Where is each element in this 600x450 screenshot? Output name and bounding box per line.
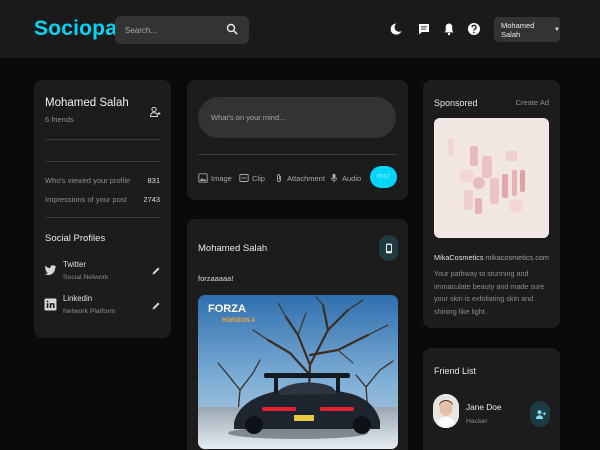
user-menu-label: Mohamed Salah: [501, 20, 535, 39]
message-icon[interactable]: [417, 22, 431, 36]
attachment-icon: [277, 174, 281, 182]
edit-icon[interactable]: [151, 266, 161, 276]
friend-name[interactable]: Jane Doe: [466, 402, 502, 412]
help-icon[interactable]: [467, 22, 481, 36]
bell-icon[interactable]: [442, 22, 456, 36]
attach-audio-button[interactable]: Audio: [329, 172, 361, 184]
friend-role: Hacker: [466, 418, 488, 425]
user-menu-dropdown[interactable]: Mohamed Salah ▼: [494, 17, 560, 42]
moon-icon[interactable]: [389, 22, 403, 36]
search-box: [115, 16, 249, 44]
ad-image[interactable]: [434, 118, 549, 238]
post-text: forzaaaaa!: [198, 274, 234, 283]
ad-description: Your pathway to stunning and immaculate …: [434, 269, 545, 316]
chevron-down-icon: ▼: [554, 26, 560, 33]
image-icon: [198, 173, 208, 183]
search-input[interactable]: [125, 22, 221, 38]
sponsored-title: Sponsored: [434, 98, 478, 108]
search-icon[interactable]: [226, 23, 238, 35]
phone-icon: [385, 243, 392, 253]
manage-friends-icon[interactable]: [149, 106, 161, 118]
feed-post-card: Mohamed Salah forzaaaaa! FORZA HORIZON 4: [187, 219, 408, 450]
divider: [45, 139, 160, 140]
horizon-logo-text: HORIZON 4: [222, 318, 255, 324]
clip-icon: [239, 174, 249, 182]
forza-logo-text: FORZA: [208, 303, 246, 315]
linkedin-icon[interactable]: [44, 298, 57, 311]
friend-list-card: Friend List Jane Doe Hacker: [423, 348, 560, 450]
attach-file-button[interactable]: Attachment: [274, 172, 325, 184]
attach-image-button[interactable]: Image: [198, 172, 232, 184]
sponsored-card: Sponsored Create Ad MikaCosmetics mikaco…: [423, 80, 560, 328]
microphone-icon: [330, 173, 338, 183]
friend-list-title: Friend List: [434, 366, 477, 376]
twitter-icon[interactable]: [44, 264, 57, 277]
tool-audio-label: Audio: [342, 173, 362, 183]
tool-image-label: Image: [211, 173, 232, 183]
add-user-icon: [535, 409, 546, 419]
edit-icon[interactable]: [151, 301, 161, 311]
social-linkedin-name[interactable]: Linkedin: [63, 294, 92, 303]
profile-friends-count: 6 friends: [45, 115, 74, 124]
social-profiles-title: Social Profiles: [45, 233, 106, 244]
social-twitter-type: Social Network: [63, 274, 109, 281]
post-text-input[interactable]: [198, 97, 396, 138]
add-friend-button[interactable]: [530, 401, 550, 427]
tool-attachment-label: Attachment: [287, 173, 325, 183]
profile-views-value: 831: [147, 176, 160, 185]
create-ad-link[interactable]: Create Ad: [516, 98, 549, 107]
post-impressions-value: 2743: [143, 195, 160, 204]
top-navbar: Sociopath Mohamed Salah ▼: [0, 0, 600, 58]
car-photo: FORZA HORIZON 4: [198, 295, 398, 449]
post-author-action-button[interactable]: [379, 235, 398, 261]
ad-brand-name[interactable]: MikaCosmetics: [434, 253, 483, 262]
profile-name[interactable]: Mohamed Salah: [45, 97, 129, 109]
avatar-image: [433, 394, 459, 428]
divider: [45, 161, 160, 162]
divider: [198, 154, 397, 155]
profile-views-label: Who's viewed your profile: [45, 176, 131, 185]
post-button[interactable]: POST: [370, 166, 397, 188]
post-impressions-label: Impressions of your post: [45, 195, 127, 204]
profile-card: Mohamed Salah 6 friends Who's viewed you…: [34, 80, 171, 338]
post-composer: Image Clip Attachment Audio POST: [187, 80, 408, 200]
social-linkedin-type: Network Platform: [63, 308, 116, 315]
tool-clip-label: Clip: [252, 173, 265, 183]
divider: [45, 217, 160, 218]
attach-clip-button[interactable]: Clip: [239, 172, 265, 184]
post-image[interactable]: FORZA HORIZON 4: [198, 295, 398, 449]
cosmetics-photo: [434, 118, 549, 238]
avatar[interactable]: [433, 394, 459, 428]
post-author-name[interactable]: Mohamed Salah: [198, 243, 267, 254]
ad-url[interactable]: mikacosmetics.com: [485, 253, 549, 262]
social-twitter-name[interactable]: Twitter: [63, 260, 86, 269]
